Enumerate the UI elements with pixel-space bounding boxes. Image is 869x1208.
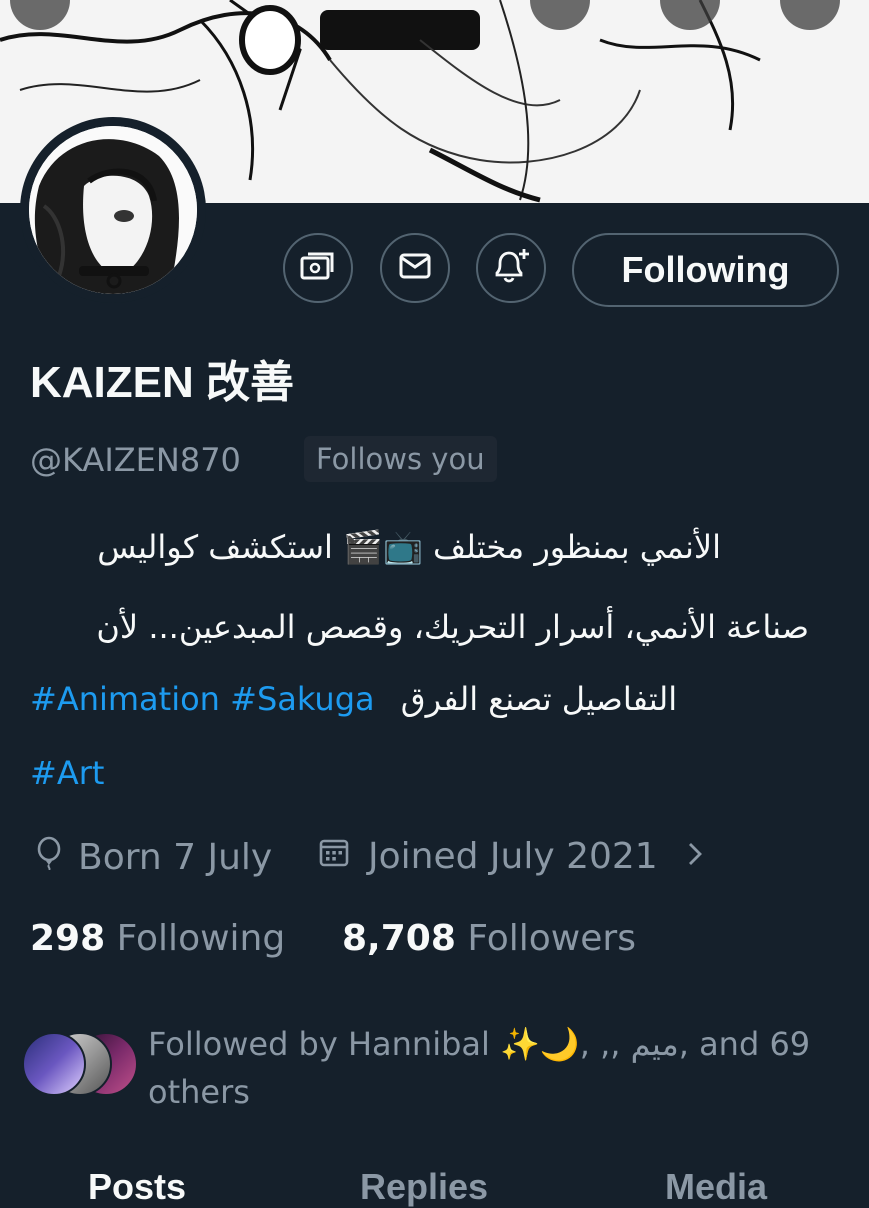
birthday-text: Born 7 July	[78, 837, 273, 878]
joined-text: Joined July 2021	[368, 836, 658, 877]
notify-button[interactable]	[476, 233, 546, 303]
tab-replies[interactable]: Replies	[360, 1166, 488, 1208]
following-button[interactable]: Following	[572, 233, 839, 307]
followed-by-text[interactable]: Followed by Hannibal ✨🌙, ,, ميم, and 69 …	[148, 1020, 838, 1116]
bio-line-3: #Animation #Sakuga التفاصيل تصنع الفرق	[30, 680, 677, 718]
hashtag-sakuga[interactable]: #Sakuga	[230, 680, 374, 718]
birthday-item: Born 7 July	[34, 836, 272, 879]
display-name: KAIZEN 改善	[30, 358, 294, 407]
hashtag-art[interactable]: #Art	[30, 754, 104, 792]
money-icon	[300, 250, 336, 286]
user-handle: @KAIZEN870	[30, 441, 241, 479]
tab-media[interactable]: Media	[665, 1166, 767, 1208]
chevron-right-icon	[686, 836, 704, 877]
envelope-icon	[399, 252, 431, 284]
avatar[interactable]	[29, 126, 197, 294]
bell-plus-icon	[491, 247, 531, 289]
bio-line-2: صناعة الأنمي، أسرار التحريك، وقصص المبدع…	[96, 608, 809, 646]
hashtag-animation[interactable]: #Animation	[30, 680, 220, 718]
followers-stat[interactable]: 8,708 Followers	[342, 918, 636, 959]
calendar-icon	[318, 836, 350, 877]
following-count: 298	[30, 918, 106, 959]
bio-line-4: #Art	[30, 754, 104, 792]
following-label: Following	[116, 918, 286, 959]
bio-line-3-text: التفاصيل تصنع الفرق	[400, 680, 678, 718]
followed-by-avatars[interactable]	[22, 1032, 138, 1096]
following-stat[interactable]: 298 Following	[30, 918, 285, 959]
subscribe-button[interactable]	[283, 233, 353, 303]
follows-you-badge: Follows you	[304, 436, 497, 482]
followers-label: Followers	[467, 918, 636, 959]
followers-count: 8,708	[342, 918, 456, 959]
bio-line-1: الأنمي بمنظور مختلف 📺🎬 استكشف كواليس	[97, 528, 721, 566]
balloon-icon	[34, 836, 64, 879]
avatar-frame	[20, 117, 206, 303]
message-button[interactable]	[380, 233, 450, 303]
avatar	[22, 1032, 86, 1096]
tab-posts[interactable]: Posts	[88, 1166, 186, 1208]
profile-tabs: Posts Replies Media	[0, 1166, 869, 1208]
joined-item[interactable]: Joined July 2021	[318, 836, 704, 877]
